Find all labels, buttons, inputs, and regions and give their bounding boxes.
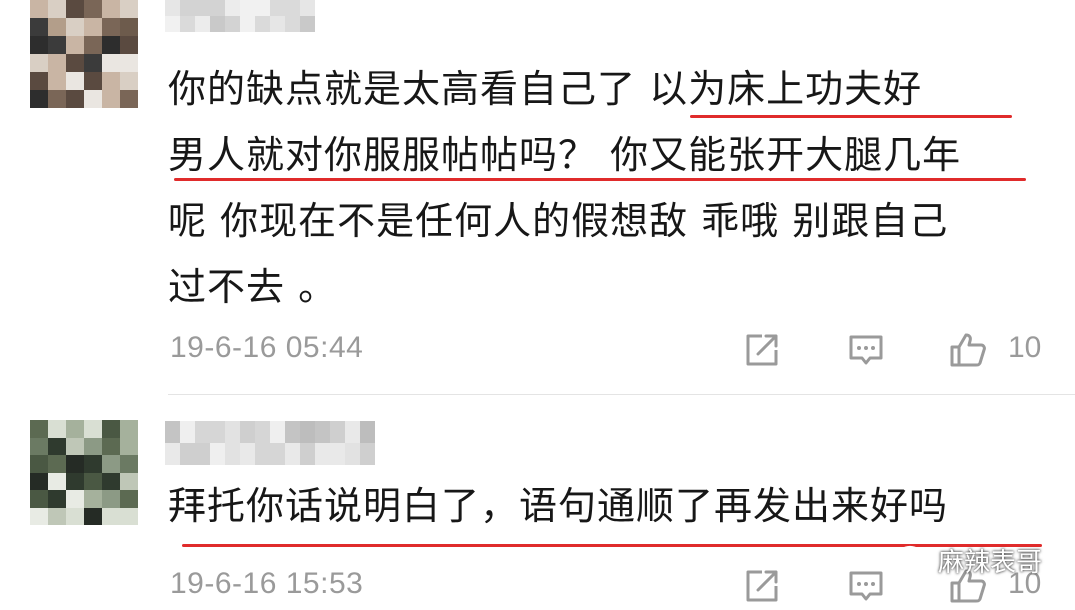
share-icon [746,570,778,602]
comment-item: 你的缺点就是太高看自己了 以为床上功夫好 男人就对你服服帖帖吗？ 你又能张开大腿… [0,0,1075,395]
username-blurred[interactable] [165,0,315,32]
username-blurred[interactable] [165,421,375,465]
comment-text: 拜托你话说明白了，语句通顺了再发出来好吗 [168,473,1048,539]
comment-text: 你的缺点就是太高看自己了 以为床上功夫好 男人就对你服服帖帖吗？ 你又能张开大腿… [168,56,1048,320]
red-underline-annotation [174,178,1026,181]
share-icon [746,334,778,366]
red-underline-annotation [690,115,1012,118]
watermark-text: 麻辣表哥 [938,547,1043,578]
comment-divider [168,394,1075,395]
comment-timestamp: 19-6-16 15:53 [170,567,364,600]
comment-timestamp: 19-6-16 05:44 [170,331,364,364]
avatar[interactable] [30,0,138,108]
watermark: 麻辣表哥 [896,540,1042,580]
share-button[interactable] [742,566,782,606]
like-count: 10 [1008,331,1042,364]
comment-icon [849,571,883,601]
comment-text-line: 你的缺点就是太高看自己了 以为床上功夫好 [168,67,923,111]
share-button[interactable] [742,330,782,370]
comment-meta-bar: 19-6-16 05:44 10 [0,326,1075,370]
comment-icon [849,335,883,365]
comment-text-line: 拜托你话说明白了，语句通顺了再发出来好吗 [168,484,949,528]
reply-button[interactable] [846,330,886,370]
comment-text-line: 呢 你现在不是任何人的假想敌 乖哦 别跟自己 [168,199,949,243]
thumbs-up-icon [950,333,986,367]
comment-text-line: 过不去 。 [168,265,338,309]
avatar[interactable] [30,420,138,525]
wechat-icon [896,545,932,574]
reply-button[interactable] [846,566,886,606]
like-button[interactable] [948,330,988,370]
